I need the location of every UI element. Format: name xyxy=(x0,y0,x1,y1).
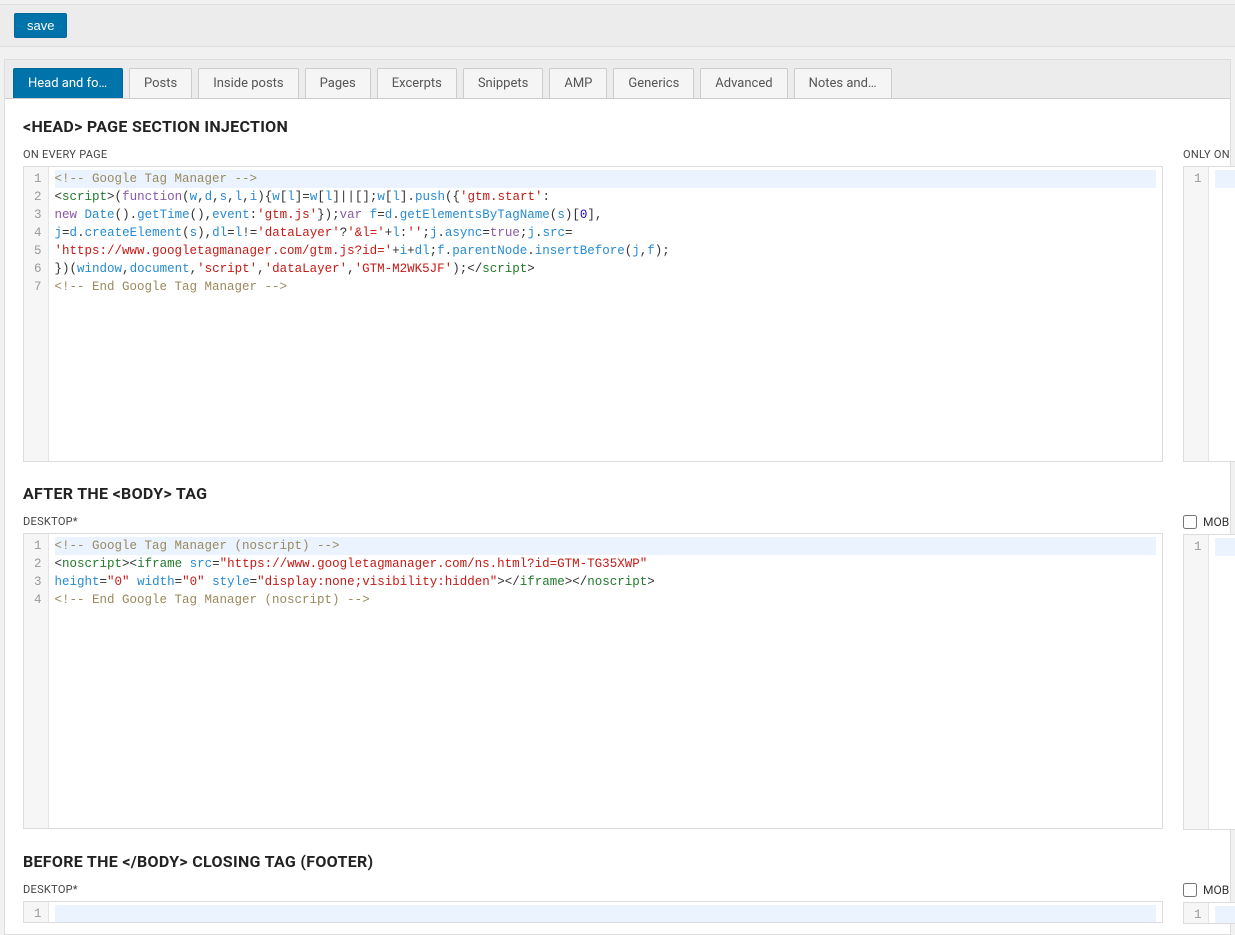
label-on-every-page: ON EVERY PAGE xyxy=(23,148,1163,161)
main-panel: Head and footerPostsInside postsPagesExc… xyxy=(4,59,1231,935)
tab-snippets[interactable]: Snippets xyxy=(463,68,544,98)
tab-pages[interactable]: Pages xyxy=(305,68,371,98)
section-title-head: <HEAD> PAGE SECTION INJECTION xyxy=(23,117,1212,136)
tab-posts[interactable]: Posts xyxy=(129,68,192,98)
checkbox-mobile-footer[interactable] xyxy=(1183,883,1197,897)
tabs-row: Head and footerPostsInside postsPagesExc… xyxy=(5,60,1230,99)
tab-notes-and[interactable]: Notes and… xyxy=(794,68,892,98)
tab-inside-posts[interactable]: Inside posts xyxy=(198,68,298,98)
editor-head-onlyon[interactable]: 1 xyxy=(1183,166,1235,462)
label-mobile-footer: MOB xyxy=(1203,883,1229,897)
editor-footer-mobile[interactable]: 1 xyxy=(1183,902,1235,924)
section-head: <HEAD> PAGE SECTION INJECTION ON EVERY P… xyxy=(23,117,1212,462)
section-title-after-body: AFTER THE <BODY> TAG xyxy=(23,484,1212,503)
tab-advanced[interactable]: Advanced xyxy=(700,68,787,98)
label-only-on: ONLY ON xyxy=(1183,148,1235,161)
save-button[interactable]: save xyxy=(14,13,67,38)
editor-afterbody-mobile[interactable]: 1 xyxy=(1183,534,1235,830)
label-desktop-afterbody: DESKTOP* xyxy=(23,515,1163,528)
editor-footer-desktop[interactable]: 1 xyxy=(23,901,1163,923)
tab-amp[interactable]: AMP xyxy=(549,68,607,98)
label-mobile-afterbody: MOB xyxy=(1203,515,1229,529)
section-title-footer: BEFORE THE </BODY> CLOSING TAG (FOOTER) xyxy=(23,852,1212,871)
label-desktop-footer: DESKTOP* xyxy=(23,883,1163,896)
section-footer: BEFORE THE </BODY> CLOSING TAG (FOOTER) … xyxy=(23,852,1212,924)
tab-excerpts[interactable]: Excerpts xyxy=(377,68,457,98)
tab-generics[interactable]: Generics xyxy=(613,68,694,98)
tab-content: <HEAD> PAGE SECTION INJECTION ON EVERY P… xyxy=(5,99,1230,934)
tab-head-and-footer[interactable]: Head and footer xyxy=(13,68,123,98)
checkbox-mobile-afterbody[interactable] xyxy=(1183,515,1197,529)
editor-head-everypage[interactable]: 1234567<!-- Google Tag Manager --><scrip… xyxy=(23,166,1163,462)
section-after-body: AFTER THE <BODY> TAG DESKTOP* 1234<!-- G… xyxy=(23,484,1212,830)
top-bar: save xyxy=(0,4,1235,47)
editor-afterbody-desktop[interactable]: 1234<!-- Google Tag Manager (noscript) -… xyxy=(23,533,1163,829)
